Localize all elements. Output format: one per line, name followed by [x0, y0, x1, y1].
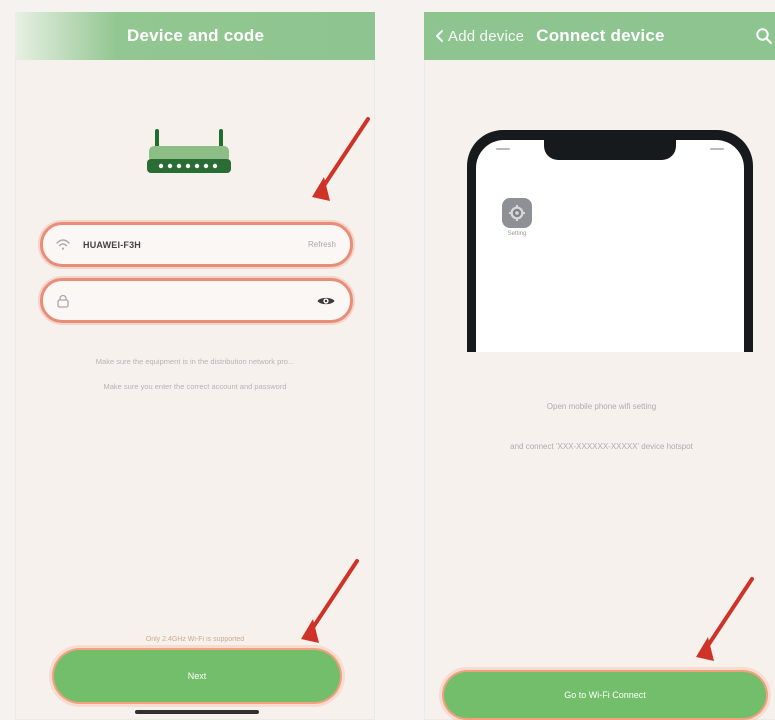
lock-icon: [57, 294, 69, 308]
search-icon[interactable]: [755, 27, 773, 45]
phone-illustration: Setting: [467, 130, 753, 352]
back-button[interactable]: Add device: [434, 28, 524, 45]
hint-line-2: Make sure you enter the correct account …: [103, 382, 287, 391]
support-note: Only 2.4GHz Wi-Fi is supported: [145, 636, 245, 643]
next-button[interactable]: Next: [54, 650, 340, 702]
wifi-name-field[interactable]: HUAWEI-F3H Refresh: [40, 222, 353, 267]
gear-icon: [509, 205, 525, 221]
left-header: Device and code: [15, 12, 375, 60]
right-header-title: Connect device: [536, 26, 665, 45]
chevron-left-icon: [436, 30, 443, 42]
screenshot-stage: Device and code HUAWEI-F3H Refresh Make …: [0, 0, 775, 720]
status-bar-left: [496, 148, 510, 150]
go-to-wifi-label: Go to Wi-Fi Connect: [564, 690, 646, 700]
wifi-name-value: HUAWEI-F3H: [83, 239, 141, 250]
red-arrow-icon: [312, 117, 370, 201]
next-button-label: Next: [187, 671, 207, 681]
left-header-title: Device and code: [127, 26, 265, 45]
instruction-line-1: Open mobile phone wifi setting: [546, 402, 657, 411]
back-label: Add device: [448, 27, 525, 45]
settings-caption: Setting: [507, 231, 527, 237]
red-arrow-icon: [301, 559, 359, 643]
hint-line-1: Make sure the equipment is in the distri…: [95, 357, 295, 366]
status-bar-right: [710, 148, 724, 150]
right-phone-screen: Add device Connect device Setting Open m…: [424, 12, 775, 720]
left-phone-screen: Device and code HUAWEI-F3H Refresh Make …: [15, 12, 375, 720]
eye-icon[interactable]: [316, 293, 336, 309]
router-icon: [147, 129, 231, 173]
wifi-password-field[interactable]: [40, 278, 353, 323]
instruction-line-2: and connect 'XXX-XXXXXX-XXXXX' device ho…: [510, 442, 693, 451]
red-arrow-icon: [696, 577, 754, 661]
phone-illustration-screen: Setting: [476, 140, 744, 352]
wifi-icon: [56, 238, 70, 250]
home-indicator: [135, 710, 259, 714]
phone-notch: [544, 140, 676, 160]
refresh-link[interactable]: Refresh: [308, 240, 336, 249]
settings-app-icon: [502, 198, 532, 228]
right-header: Add device Connect device: [424, 12, 775, 60]
go-to-wifi-button[interactable]: Go to Wi-Fi Connect: [444, 672, 766, 718]
